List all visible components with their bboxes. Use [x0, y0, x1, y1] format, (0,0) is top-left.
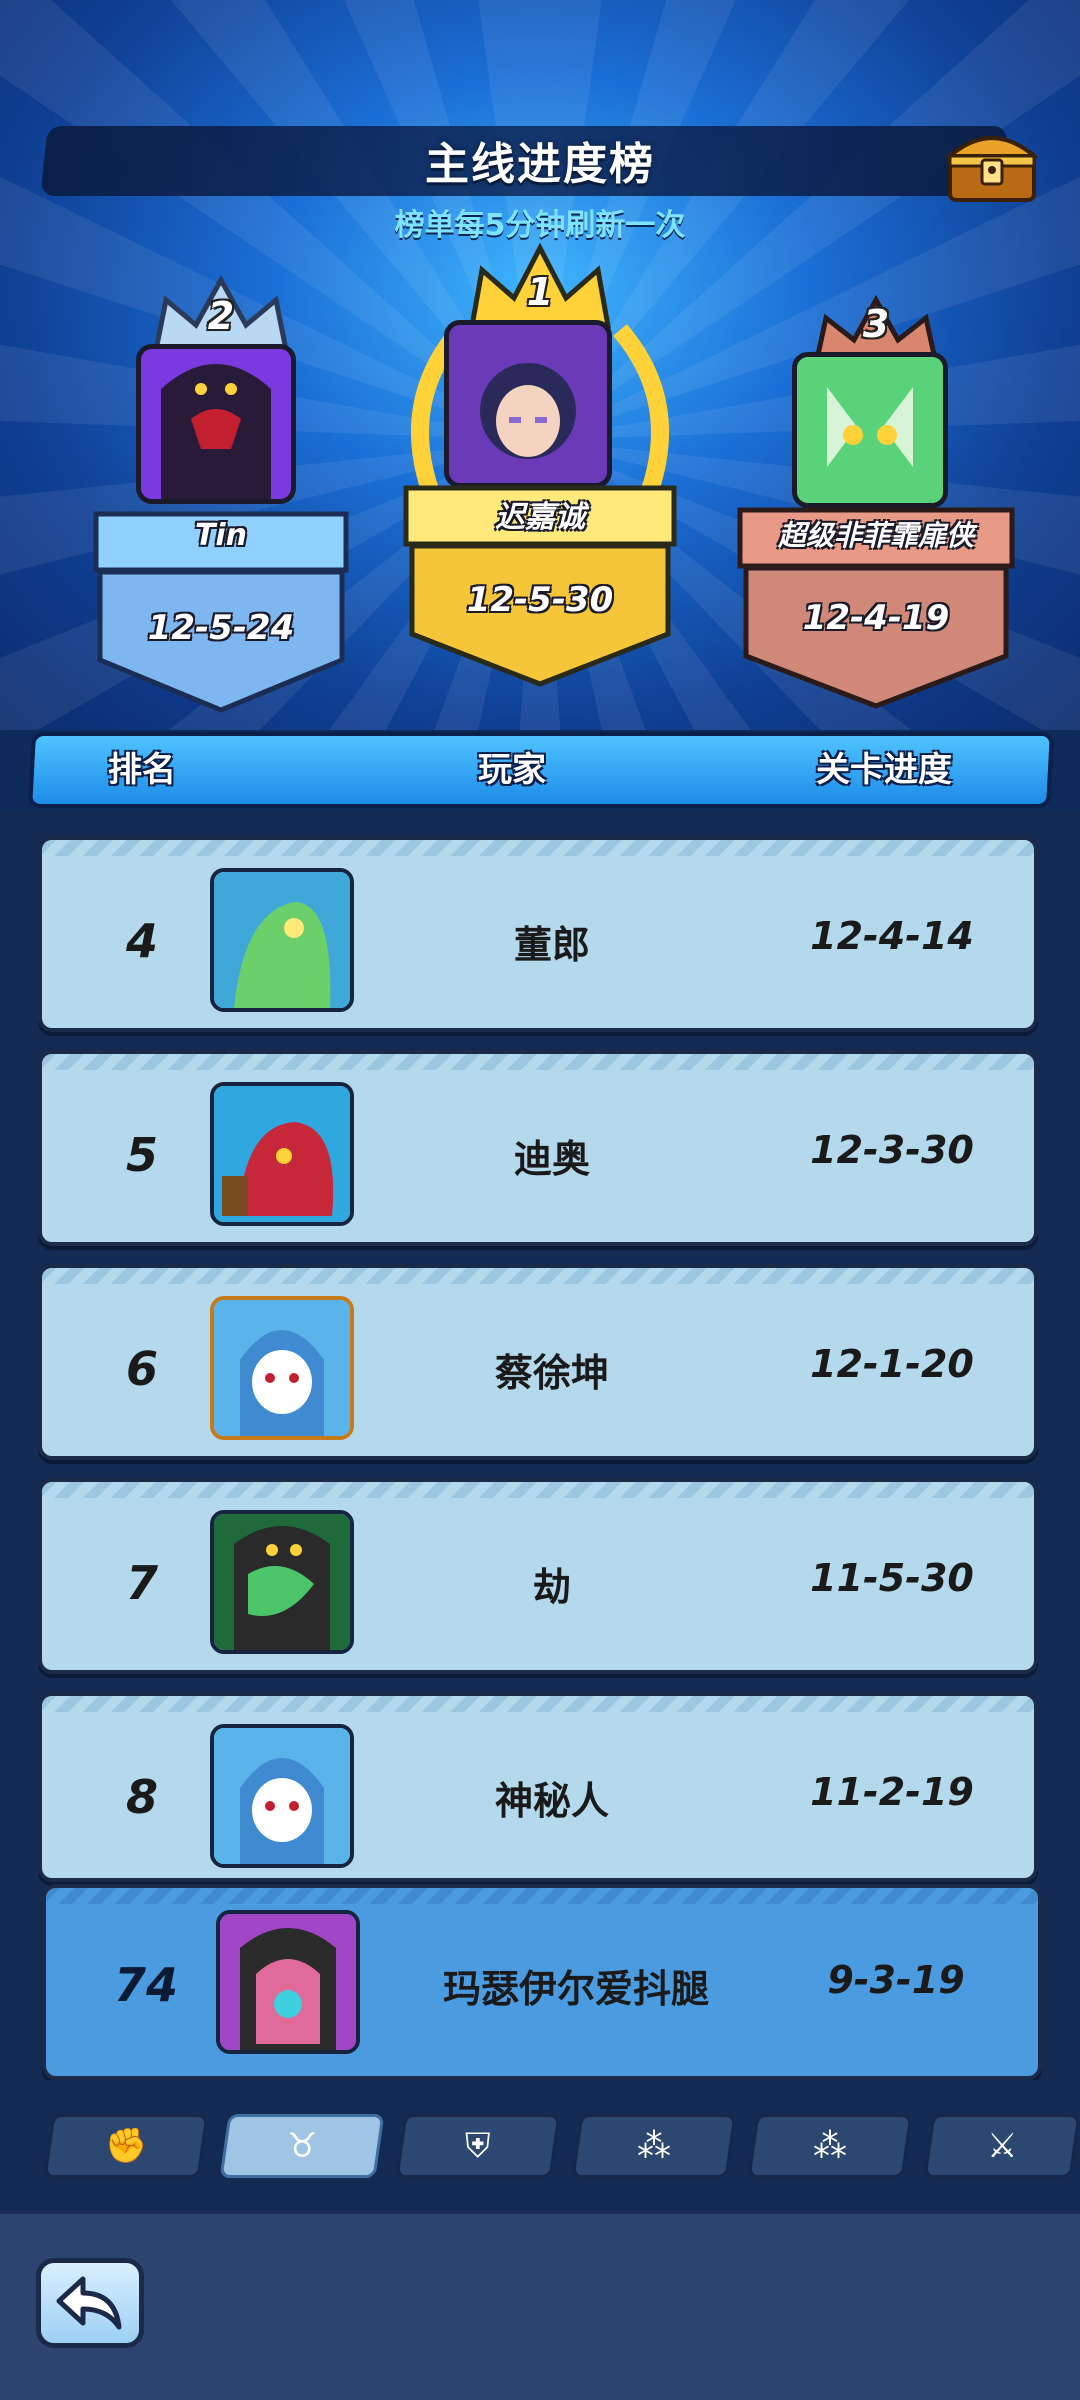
tab-bull[interactable]: ♉ — [219, 2114, 385, 2178]
table-row[interactable]: 6 蔡徐坤 12-1-20 — [38, 1264, 1038, 1460]
avatar — [136, 344, 296, 504]
row-player: 劫 — [532, 1565, 571, 1609]
shield-icon: ⛨ — [465, 2126, 491, 2166]
podium-name: 超级非菲霏扉侠 — [777, 519, 974, 552]
tab-shield[interactable]: ⛨ — [395, 2114, 561, 2178]
table-row[interactable]: 5 迪奥 12-3-30 — [38, 1050, 1038, 1246]
podium-third[interactable]: 3 超级非菲霏扉侠 12-4-19 — [736, 292, 1016, 722]
avatar — [210, 1296, 354, 1440]
row-progress: 12-1-20 — [810, 1342, 974, 1386]
tab-network-1[interactable]: ⁂ — [571, 2114, 737, 2178]
row-progress: 9-3-19 — [827, 1958, 965, 2002]
row-rank: 74 — [113, 1958, 178, 2012]
back-button[interactable] — [36, 2258, 144, 2348]
avatar — [210, 1082, 354, 1226]
network-icon: ⁂ — [637, 2126, 671, 2166]
podium-name: 迟嘉诚 — [495, 500, 585, 535]
row-rank: 5 — [125, 1128, 158, 1182]
row-rank: 7 — [125, 1556, 158, 1610]
treasure-chest-icon[interactable] — [944, 126, 1040, 204]
tab-fist[interactable]: ✊ — [43, 2114, 209, 2178]
row-rank: 6 — [125, 1342, 158, 1396]
footer — [0, 2210, 1080, 2400]
row-rank: 4 — [125, 914, 158, 968]
column-player: 玩家 — [478, 750, 546, 790]
table-row[interactable]: 8 神秘人 11-2-19 — [38, 1692, 1038, 1882]
podium-progress: 12-5-30 — [466, 580, 614, 620]
column-progress: 关卡进度 — [816, 750, 952, 790]
row-player: 蔡徐坤 — [494, 1351, 609, 1395]
row-progress: 12-4-14 — [810, 914, 974, 958]
podium-second[interactable]: 2 Tin 12-5-24 — [86, 270, 356, 720]
podium-progress: 12-4-19 — [802, 598, 950, 638]
row-player: 迪奥 — [513, 1137, 590, 1181]
my-rank-row[interactable]: 74 玛瑟伊尔爱抖腿 9-3-19 — [42, 1884, 1042, 2080]
row-player: 董郎 — [513, 923, 590, 967]
avatar — [216, 1910, 360, 2054]
sword-icon: ⚔ — [986, 2126, 1018, 2166]
tab-network-2[interactable]: ⁂ — [747, 2114, 913, 2178]
network-icon: ⁂ — [813, 2126, 847, 2166]
row-progress: 11-5-30 — [810, 1556, 974, 1600]
avatar — [210, 868, 354, 1012]
podium-rank: 1 — [526, 270, 554, 314]
avatar — [210, 1510, 354, 1654]
table-row[interactable]: 7 劫 11-5-30 — [38, 1478, 1038, 1674]
row-rank: 8 — [125, 1770, 158, 1824]
podium-first[interactable]: 1 迟嘉诚 12-5-30 — [400, 240, 680, 690]
refresh-note: 榜单每5分钟刷新一次 — [394, 208, 686, 243]
row-progress: 11-2-19 — [810, 1770, 974, 1814]
podium-rank: 3 — [862, 302, 890, 346]
row-progress: 12-3-30 — [810, 1128, 974, 1172]
avatar — [444, 320, 612, 488]
tab-sword[interactable]: ⚔ — [923, 2114, 1080, 2178]
podium-name: Tin — [194, 518, 248, 553]
row-player: 神秘人 — [494, 1779, 609, 1823]
avatar — [792, 352, 948, 508]
bull-icon: ♉ — [286, 2126, 318, 2166]
back-arrow-icon — [56, 2276, 122, 2330]
table-row[interactable]: 4 董郎 12-4-14 — [38, 836, 1038, 1032]
column-rank: 排名 — [108, 750, 176, 790]
row-player: 玛瑟伊尔爱抖腿 — [442, 1967, 709, 2011]
fist-icon: ✊ — [104, 2126, 148, 2166]
podium-progress: 12-5-24 — [147, 608, 295, 648]
page-title: 主线进度榜 — [425, 139, 655, 190]
avatar — [210, 1724, 354, 1868]
podium-rank: 2 — [207, 294, 235, 338]
